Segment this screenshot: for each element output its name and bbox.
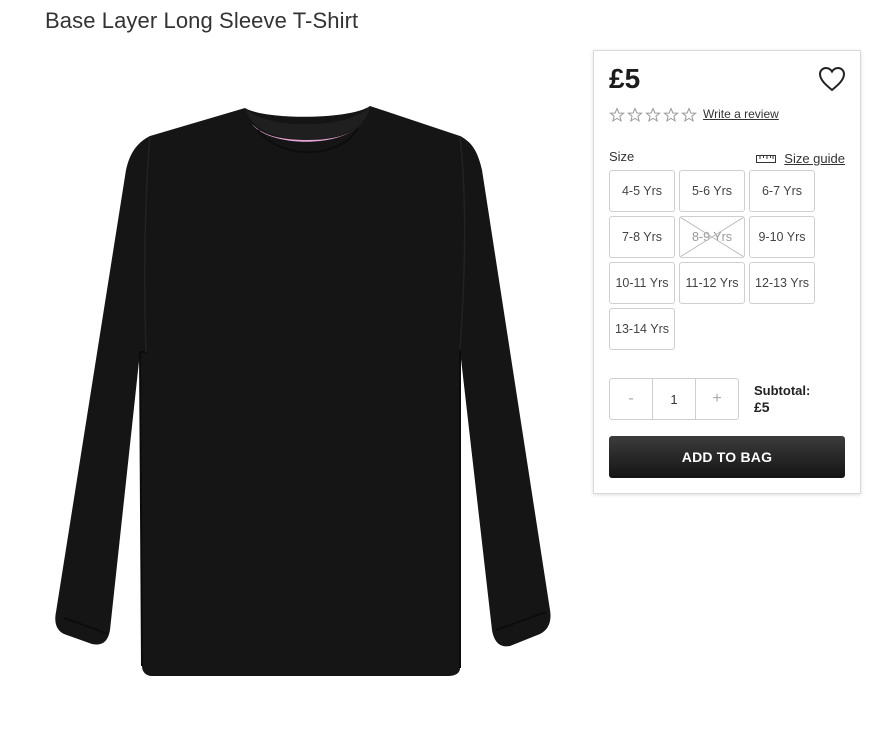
size-option[interactable]: 6-7 Yrs: [749, 170, 815, 212]
size-guide-label: Size guide: [784, 151, 845, 166]
wishlist-heart-icon[interactable]: [818, 66, 846, 92]
size-guide-link[interactable]: Size guide: [756, 151, 845, 166]
product-image: [40, 90, 570, 690]
quantity-stepper: - 1 +: [609, 378, 739, 420]
size-option-label: 10-11 Yrs: [615, 276, 669, 290]
star-icon[interactable]: [663, 107, 679, 123]
subtotal-value: £5: [754, 399, 770, 415]
size-option-label: 13-14 Yrs: [615, 322, 669, 336]
size-option-label: 9-10 Yrs: [758, 230, 806, 244]
size-label: Size: [609, 149, 635, 164]
ruler-icon: [756, 154, 777, 163]
size-option[interactable]: 8-9 Yrs: [679, 216, 745, 258]
rating-stars: [609, 107, 697, 123]
write-review-link[interactable]: Write a review: [703, 107, 779, 121]
price: £5: [609, 63, 641, 94]
size-options: 4-5 Yrs 5-6 Yrs 6-7 Yrs 7-8 Yrs 8-9 Yrs 9-10 …: [609, 170, 819, 350]
size-option[interactable]: 5-6 Yrs: [679, 170, 745, 212]
product-title: Base Layer Long Sleeve T-Shirt: [45, 8, 359, 33]
size-option[interactable]: 11-12 Yrs: [679, 262, 745, 304]
size-option[interactable]: 12-13 Yrs: [749, 262, 815, 304]
quantity-decrement-button[interactable]: -: [610, 379, 652, 419]
star-icon[interactable]: [645, 107, 661, 123]
size-option-label: 6-7 Yrs: [761, 184, 803, 198]
subtotal: Subtotal: £5: [754, 382, 810, 416]
quantity-increment-button[interactable]: +: [696, 379, 738, 419]
purchase-panel: £5 Write a review Size Size guide 4-5 Yr…: [593, 50, 861, 494]
size-option[interactable]: 4-5 Yrs: [609, 170, 675, 212]
star-icon[interactable]: [681, 107, 697, 123]
size-option-label: 8-9 Yrs: [691, 230, 733, 244]
star-icon[interactable]: [627, 107, 643, 123]
subtotal-label: Subtotal:: [754, 383, 811, 398]
quantity-input[interactable]: 1: [652, 379, 696, 419]
add-to-bag-button[interactable]: ADD TO BAG: [609, 436, 845, 478]
size-option-label: 12-13 Yrs: [755, 276, 809, 290]
size-option[interactable]: 7-8 Yrs: [609, 216, 675, 258]
size-option-label: 4-5 Yrs: [621, 184, 663, 198]
size-option-label: 11-12 Yrs: [685, 276, 739, 290]
size-option-label: 5-6 Yrs: [691, 184, 733, 198]
size-option-label: 7-8 Yrs: [621, 230, 663, 244]
size-option[interactable]: 10-11 Yrs: [609, 262, 675, 304]
size-option[interactable]: 13-14 Yrs: [609, 308, 675, 350]
size-option[interactable]: 9-10 Yrs: [749, 216, 815, 258]
tshirt-image: [55, 106, 551, 676]
star-icon[interactable]: [609, 107, 625, 123]
